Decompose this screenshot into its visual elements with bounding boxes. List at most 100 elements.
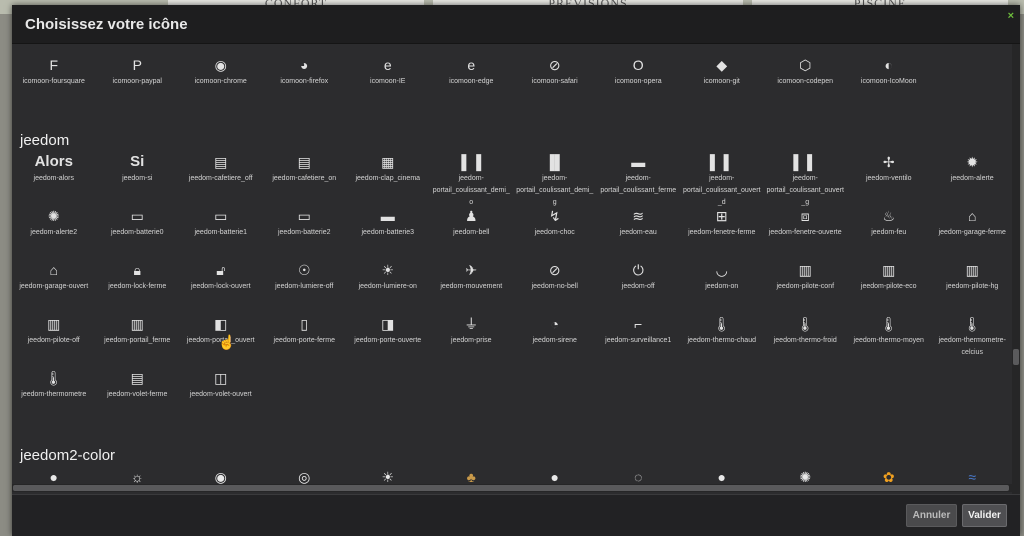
icon-option[interactable]: ▥ jeedom-pilote-conf (764, 259, 848, 313)
icon-option[interactable]: ▥ jeedom-pilote-eco (847, 259, 931, 313)
icon-option[interactable]: 🌡︎ jeedom-thermo-chaud (680, 313, 764, 367)
icon-option-label: jeedom-on (705, 283, 739, 290)
icon-option[interactable]: ▐▌ jeedom-portail_coulissant_demi_g (513, 151, 597, 206)
icon-option[interactable]: ▥ jeedom-pilote-hg (931, 259, 1013, 313)
icon-option[interactable]: ◌ (597, 466, 681, 484)
icon-option[interactable]: ▭ jeedom-batterie1 (179, 205, 263, 259)
close-icon[interactable]: × (1008, 10, 1014, 22)
icon-option[interactable]: ◉ icomoon-chrome (179, 54, 263, 108)
icon-option[interactable]: ☼ (96, 466, 180, 484)
icon-option[interactable]: ▯ jeedom-porte-ferme (263, 313, 347, 367)
icon-option-label: jeedom-eau (619, 229, 657, 236)
icon-option[interactable]: ▥ jeedom-portail_ferme (96, 313, 180, 367)
validate-button[interactable]: Valider (962, 504, 1007, 527)
icon-option[interactable]: ◐ icomoon-IcoMoon (847, 54, 931, 108)
icon-option[interactable]: ▌ ▌ jeedom-portail_coulissant_ouvert_d (680, 151, 764, 206)
icon-option[interactable]: ◨ jeedom-porte-ouverte (346, 313, 430, 367)
icon-option-label: jeedom-portail_coulissant_ferme (600, 175, 677, 194)
icon-option[interactable]: ⊘ icomoon-safari (513, 54, 597, 108)
icon-option[interactable]: Picomoon-paypal (96, 54, 180, 108)
icon-option[interactable]: ◎ (263, 466, 347, 484)
icon-option-label: jeedom-clap_cinema (355, 175, 421, 182)
icon-option[interactable]: ▤ jeedom-cafetiere_on (263, 151, 347, 205)
icon-option[interactable]: 🔒︎ jeedom-lock-ferme (96, 259, 180, 313)
clap-cinema-icon: ▦ (381, 154, 395, 170)
icon-option[interactable]: Alors jeedom-alors (12, 151, 96, 205)
icon-option[interactable]: ✈ jeedom-mouvement (430, 259, 514, 313)
icon-option[interactable]: ≋ jeedom-eau (597, 205, 681, 259)
icon-option[interactable]: ✹ jeedom-alerte (931, 151, 1013, 205)
wind-icon: ≈ (968, 469, 977, 484)
icon-option[interactable]: ✢ jeedom-ventilo (847, 151, 931, 205)
icon-option[interactable]: ⬡ icomoon-codepen (764, 54, 848, 108)
icon-option[interactable]: ⌂ jeedom-garage-ferme (931, 205, 1013, 259)
icon-option[interactable]: ▭ jeedom-batterie2 (263, 205, 347, 259)
icon-option[interactable]: 🌡︎ jeedom-thermometre-celcius (931, 313, 1013, 367)
si-icon: Si (130, 153, 145, 170)
icon-option[interactable]: ◡ jeedom-on (680, 259, 764, 313)
icon-option[interactable]: 🔓︎ jeedom-lock-ouvert (179, 259, 263, 313)
icon-option[interactable]: ⊞ jeedom-fenetre-ferme (680, 205, 764, 259)
icon-option[interactable]: e icomoon-IE (346, 54, 430, 108)
pilote-hg-icon: ▥ (965, 262, 979, 278)
icon-option[interactable]: ⌐ jeedom-surveillance1 (597, 313, 681, 367)
icon-option[interactable]: ● (12, 466, 96, 484)
vertical-scrollbar[interactable] (1012, 44, 1020, 494)
thermo-moyen-icon: 🌡︎ (879, 316, 898, 332)
icon-option[interactable]: ☀ jeedom-lumiere-on (346, 259, 430, 313)
icon-option[interactable]: ✿ (847, 466, 931, 484)
icon-option[interactable]: ◔ jeedom-sirene (513, 313, 597, 367)
icon-option[interactable]: ⧈ jeedom-fenetre-ouverte (764, 205, 848, 259)
icon-option[interactable]: ▭ jeedom-batterie0 (96, 205, 180, 259)
icon-option[interactable]: 🌡︎ jeedom-thermometre (12, 367, 96, 421)
icon-option[interactable]: ♨ jeedom-feu (847, 205, 931, 259)
icon-option[interactable]: ▤ jeedom-cafetiere_off (179, 151, 263, 205)
icon-option-label: icomoon-edge (449, 78, 494, 85)
icon-option[interactable]: Ficomoon-foursquare (12, 54, 96, 108)
icon-option[interactable]: ♣ (430, 466, 514, 484)
icon-option[interactable]: ⌂ jeedom-garage-ouvert (12, 259, 96, 313)
icon-option[interactable]: e icomoon-edge (430, 54, 514, 108)
portail-coulissant-demi-g-icon: ▐▌ (544, 154, 565, 170)
cafetiere-on-icon: ▤ (297, 154, 311, 170)
icon-option[interactable]: ☉ jeedom-lumiere-off (263, 259, 347, 313)
icon-option[interactable]: ▥ jeedom-pilote-off (12, 313, 96, 367)
icon-option[interactable]: ▬ jeedom-portail_coulissant_ferme (597, 151, 681, 205)
icon-option[interactable]: ◕ icomoon-firefox (263, 54, 347, 108)
icon-option[interactable]: ↯ jeedom-choc (513, 205, 597, 259)
icon-option[interactable]: ◆ icomoon-git (680, 54, 764, 108)
icon-option[interactable]: ▦ jeedom-clap_cinema (346, 151, 430, 205)
vertical-scrollbar-thumb[interactable] (1013, 349, 1019, 365)
icon-option[interactable]: ● (680, 466, 764, 484)
icon-option[interactable]: 🌡︎ jeedom-thermo-froid (764, 313, 848, 367)
icon-option[interactable]: ▬ jeedom-batterie3 (346, 205, 430, 259)
icon-option[interactable]: ☀ (346, 466, 430, 484)
icon-option[interactable]: ≈ (931, 466, 1013, 484)
icon-option[interactable]: ▌ ▌ jeedom-portail_coulissant_ouvert_g (764, 151, 848, 206)
icon-option-label: jeedom-ventilo (865, 175, 912, 182)
icon-option[interactable]: ◉ (179, 466, 263, 484)
icon-option[interactable]: ✺ jeedom-alerte2 (12, 205, 96, 259)
firefox-icon: ◕ (300, 57, 309, 73)
garage-ferme-icon: ⌂ (968, 208, 977, 224)
icon-option[interactable]: ⊘ jeedom-no-bell (513, 259, 597, 313)
horizontal-scrollbar-thumb[interactable] (13, 485, 1009, 491)
icon-option[interactable]: Si jeedom-si (96, 151, 180, 205)
icon-option[interactable]: 🌡︎ jeedom-thermo-moyen (847, 313, 931, 367)
icon-option-label: jeedom-cafetiere_off (188, 175, 253, 182)
icon-option[interactable]: ⏻ jeedom-off (597, 259, 681, 313)
icon-option-label: jeedom-off (621, 283, 655, 290)
icon-option[interactable]: ● (513, 466, 597, 484)
icon-option[interactable]: ▌▐ jeedom-portail_coulissant_demi_o (430, 151, 514, 206)
icon-option-label: icomoon-IE (370, 78, 406, 85)
icon-option[interactable]: Oicomoon-opera (597, 54, 681, 108)
thermometre-celcius-icon: 🌡︎ (963, 316, 982, 332)
icon-option[interactable]: ♟ jeedom-bell (430, 205, 514, 259)
icon-option[interactable]: ◫ jeedom-volet-ouvert (179, 367, 263, 421)
horizontal-scrollbar[interactable] (12, 484, 1012, 492)
cancel-button[interactable]: Annuler (906, 504, 957, 527)
icon-list[interactable]: Ficomoon-foursquare Picomoon-paypal ◉ icomo… (12, 44, 1012, 484)
icon-option[interactable]: ▤ jeedom-volet-ferme (96, 367, 180, 421)
icon-option[interactable]: ⏚ jeedom-prise (430, 313, 514, 367)
icon-option[interactable]: ✺ (764, 466, 848, 484)
